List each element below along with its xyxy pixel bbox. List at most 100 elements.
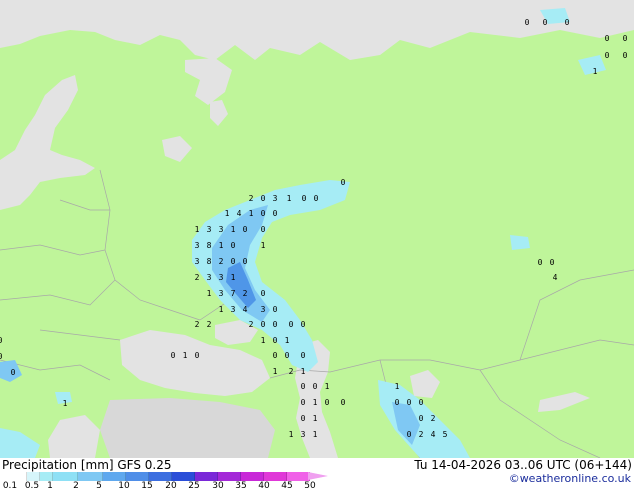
point-value: 3 xyxy=(261,305,266,314)
point-value: 0 xyxy=(605,51,610,60)
precipitation-map[interactable]: 0000000203100014100133100381013820023311… xyxy=(0,0,634,458)
scale-swatch xyxy=(27,472,40,481)
point-value: 0 xyxy=(261,289,266,298)
point-value: 1 xyxy=(261,241,266,250)
point-value: 1 xyxy=(273,367,278,376)
point-value: 5 xyxy=(443,430,448,439)
point-value: 2 xyxy=(195,273,200,282)
point-value: 0 xyxy=(231,241,236,250)
point-value: 1 xyxy=(593,67,598,76)
point-value: 2 xyxy=(419,430,424,439)
scale-swatch xyxy=(103,472,126,481)
point-value: 0 xyxy=(289,320,294,329)
point-value: 2 xyxy=(431,414,436,423)
point-value: 0 xyxy=(623,51,628,60)
point-value: 0 xyxy=(0,352,3,361)
point-value: 0 xyxy=(261,194,266,203)
point-value: 0 xyxy=(419,398,424,407)
map-canvas: 0 0 00 00 02 0 3 1 0 001 4 1 0 01 3 3 1 0 03 8 1 0 13 8 2 0 02 3 3 11… xyxy=(0,0,634,458)
point-value: 1 xyxy=(287,194,292,203)
point-value: 0 xyxy=(301,351,306,360)
point-value: 0 xyxy=(301,320,306,329)
point-value: 0 xyxy=(273,305,278,314)
point-value: 1 xyxy=(395,382,400,391)
scale-swatch xyxy=(4,472,27,481)
point-value: 3 xyxy=(207,273,212,282)
point-value: 0 xyxy=(301,414,306,423)
point-value: 1 xyxy=(289,430,294,439)
point-value: 2 xyxy=(195,320,200,329)
point-value: 0 xyxy=(243,257,248,266)
point-value: 2 xyxy=(243,289,248,298)
point-value: 2 xyxy=(249,320,254,329)
point-value: 0 xyxy=(195,351,200,360)
point-value: 0 xyxy=(273,336,278,345)
credit-link[interactable]: ©weatheronline.co.uk xyxy=(509,472,631,485)
map-title: Precipitation [mm] GFS 0.25 xyxy=(2,458,172,472)
scale-swatches xyxy=(4,472,310,481)
point-value: 0 xyxy=(285,351,290,360)
point-value: 0 xyxy=(543,18,548,27)
precip-patch-east xyxy=(510,235,530,250)
point-value: 1 xyxy=(301,367,306,376)
point-value: 0 xyxy=(273,320,278,329)
point-value: 3 xyxy=(301,430,306,439)
point-value: 0 xyxy=(341,178,346,187)
scale-swatch xyxy=(195,472,218,481)
point-value: 0 xyxy=(301,398,306,407)
point-value: 0 xyxy=(301,382,306,391)
point-value: 0 xyxy=(302,194,307,203)
point-value: 2 xyxy=(207,320,212,329)
point-value: 1 xyxy=(325,382,330,391)
point-value: 3 xyxy=(195,241,200,250)
point-value: 1 xyxy=(219,305,224,314)
point-value: 3 xyxy=(219,273,224,282)
point-value: 4 xyxy=(431,430,436,439)
scale-swatch xyxy=(149,472,172,481)
point-value: 3 xyxy=(231,305,236,314)
color-scale: 0.1 0.5 1 2 5 10 15 20 25 30 35 40 45 50 xyxy=(0,472,330,491)
point-value: 4 xyxy=(553,273,558,282)
point-value: 2 xyxy=(249,194,254,203)
scale-swatch xyxy=(241,472,264,481)
point-value: 4 xyxy=(243,305,248,314)
point-value: 1 xyxy=(285,336,290,345)
point-value: 3 xyxy=(207,225,212,234)
scale-swatch xyxy=(264,472,287,481)
point-value: 0 xyxy=(565,18,570,27)
point-value: 8 xyxy=(207,241,212,250)
point-value: 0 xyxy=(171,351,176,360)
scale-swatch xyxy=(53,472,78,481)
scale-swatch xyxy=(78,472,103,481)
point-value: 0 xyxy=(419,414,424,423)
point-value: 0 xyxy=(550,258,555,267)
point-value: 0 xyxy=(525,18,530,27)
point-value: 1 xyxy=(313,414,318,423)
point-value: 0 xyxy=(273,209,278,218)
point-value: 0 xyxy=(538,258,543,267)
point-value: 1 xyxy=(261,336,266,345)
point-value: 0 xyxy=(605,34,610,43)
scale-swatch xyxy=(218,472,241,481)
scale-swatch xyxy=(40,472,53,481)
point-value: 1 xyxy=(219,241,224,250)
point-value: 7 xyxy=(231,289,236,298)
point-value: 3 xyxy=(219,289,224,298)
point-value: 0 xyxy=(407,398,412,407)
point-value: 0 xyxy=(273,351,278,360)
scale-swatch xyxy=(287,472,310,481)
scale-swatch xyxy=(172,472,195,481)
point-value: 0 xyxy=(261,225,266,234)
point-value: 3 xyxy=(273,194,278,203)
point-value: 0 xyxy=(314,194,319,203)
point-value: 3 xyxy=(195,257,200,266)
point-value: 1 xyxy=(249,209,254,218)
point-value: 0 xyxy=(325,398,330,407)
point-value: 0 xyxy=(395,398,400,407)
point-value: 1 xyxy=(195,225,200,234)
point-value: 0 xyxy=(261,320,266,329)
valid-time: Tu 14-04-2026 03..06 UTC (06+144) xyxy=(414,458,632,472)
point-value: 0 xyxy=(407,430,412,439)
point-value: 0 xyxy=(261,209,266,218)
point-value: 4 xyxy=(237,209,242,218)
